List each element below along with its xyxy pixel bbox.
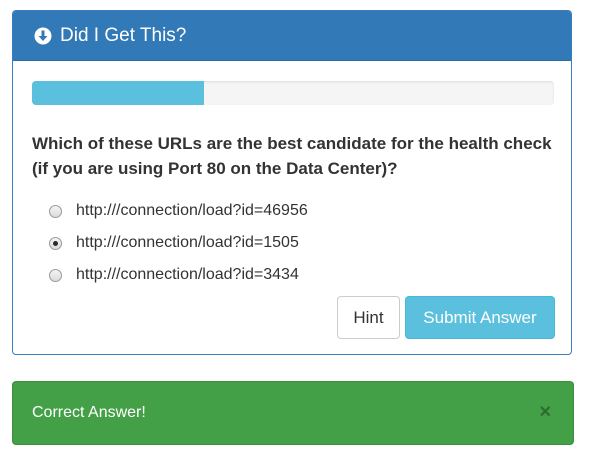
question-text: Which of these URLs are the best candida…: [32, 134, 552, 178]
option-1[interactable]: http:///connection/load?id=46956: [49, 195, 308, 227]
radio-button[interactable]: [49, 204, 62, 218]
option-label: http:///connection/load?id=3434: [76, 266, 299, 283]
option-label: http:///connection/load?id=1505: [76, 234, 299, 251]
panel-title: Did I Get This?: [60, 24, 187, 46]
alert-message: Correct Answer!: [32, 404, 146, 421]
radio-button[interactable]: [49, 268, 62, 282]
progress-bar-fill: [32, 81, 205, 105]
quiz-panel: Did I Get This? Which of these URLs are …: [12, 10, 572, 355]
radio-button[interactable]: [49, 236, 62, 250]
correct-answer-alert: Correct Answer! ×: [12, 381, 574, 445]
submit-answer-button[interactable]: Submit Answer: [405, 296, 555, 339]
option-3[interactable]: http:///connection/load?id=3434: [49, 259, 308, 291]
close-icon[interactable]: ×: [539, 402, 551, 422]
option-2[interactable]: http:///connection/load?id=1505: [49, 227, 308, 259]
answer-options: http:///connection/load?id=46956 http://…: [49, 195, 308, 291]
hint-button[interactable]: Hint: [337, 296, 400, 339]
panel-heading: Did I Get This?: [13, 11, 571, 61]
arrow-circle-down-icon: [34, 27, 52, 45]
option-label: http:///connection/load?id=46956: [76, 202, 308, 219]
progress-bar-track: [32, 81, 554, 105]
